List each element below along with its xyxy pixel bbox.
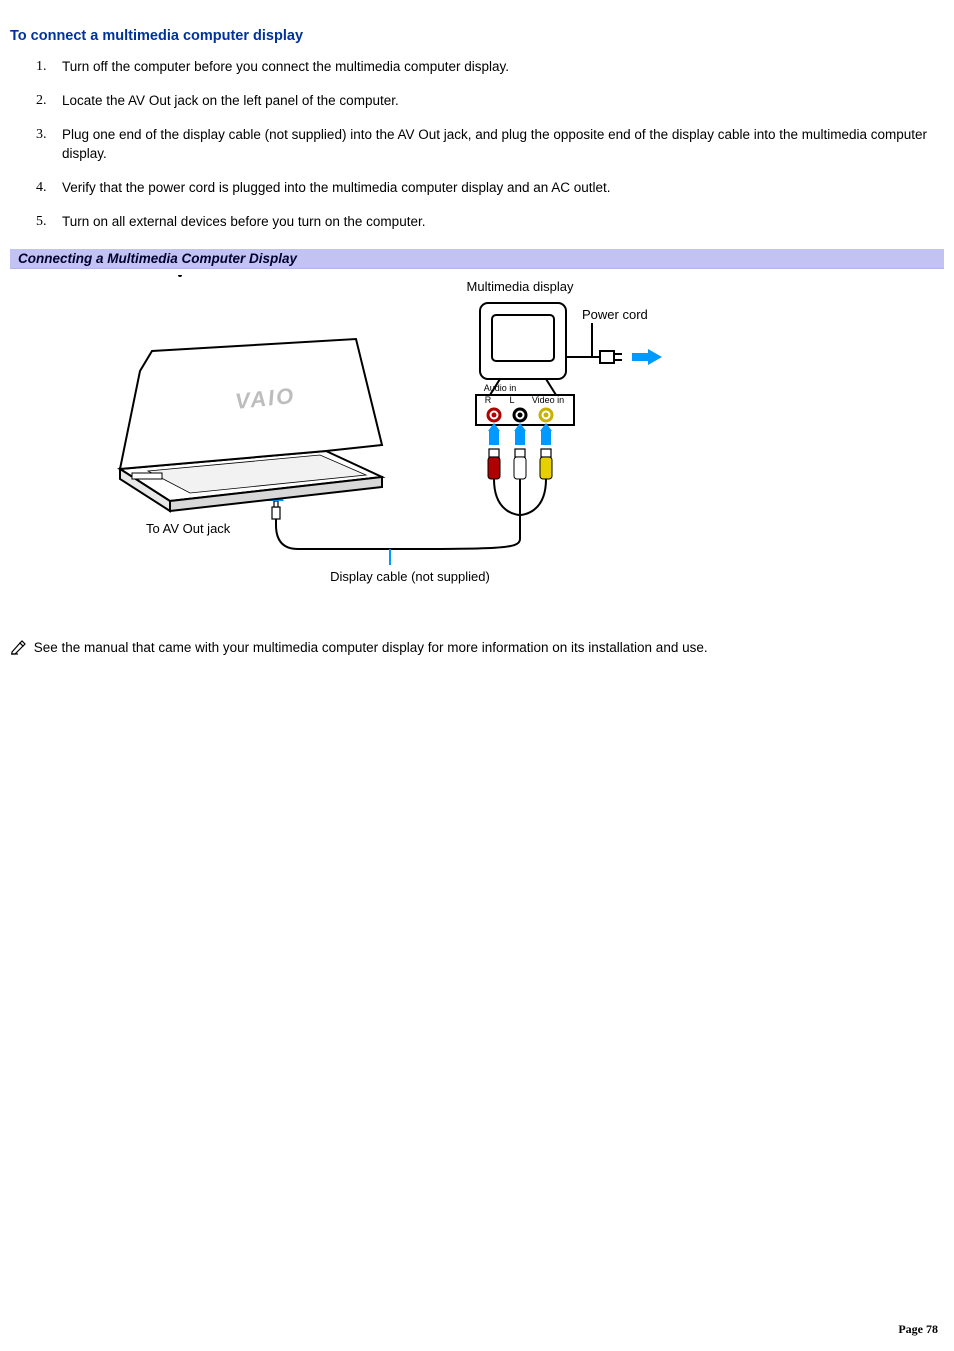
note-row: See the manual that came with your multi… <box>10 639 944 661</box>
label-video-in: Video in <box>532 395 564 405</box>
step-item: Verify that the power cord is plugged in… <box>62 179 944 197</box>
page-number: Page 78 <box>898 1322 938 1337</box>
step-item: Plug one end of the display cable (not s… <box>62 126 944 162</box>
arrow-right-icon <box>632 349 662 365</box>
step-list: Turn off the computer before you connect… <box>10 58 944 231</box>
section-heading: To connect a multimedia computer display <box>10 28 944 44</box>
label-r: R <box>485 395 492 405</box>
connection-diagram: Multimedia display Audio in R L <box>80 275 680 595</box>
label-display-cable: Display cable (not supplied) <box>330 569 490 584</box>
page-number-value: 78 <box>926 1322 938 1336</box>
plug-icon <box>592 351 622 363</box>
label-power-cord: Power cord <box>582 307 648 322</box>
step-item: Turn off the computer before you connect… <box>62 58 944 76</box>
label-audio-in: Audio in <box>484 383 517 393</box>
laptop-icon: VAIO <box>120 275 382 511</box>
label-multimedia-display: Multimedia display <box>467 279 574 294</box>
step-item: Turn on all external devices before you … <box>62 213 944 231</box>
label-to-av-out: To AV Out jack <box>146 521 231 536</box>
page-label: Page <box>898 1322 926 1336</box>
step-item: Locate the AV Out jack on the left panel… <box>62 92 944 110</box>
note-text: See the manual that came with your multi… <box>34 640 708 655</box>
figure: Multimedia display Audio in R L <box>80 275 680 595</box>
rca-plug-icon <box>488 423 552 479</box>
document-page: To connect a multimedia computer display… <box>0 0 954 1351</box>
monitor-icon: Audio in R L Video in <box>476 303 574 425</box>
note-icon <box>10 639 28 661</box>
figure-caption-bar: Connecting a Multimedia Computer Display <box>10 249 944 269</box>
label-l: L <box>509 395 514 405</box>
